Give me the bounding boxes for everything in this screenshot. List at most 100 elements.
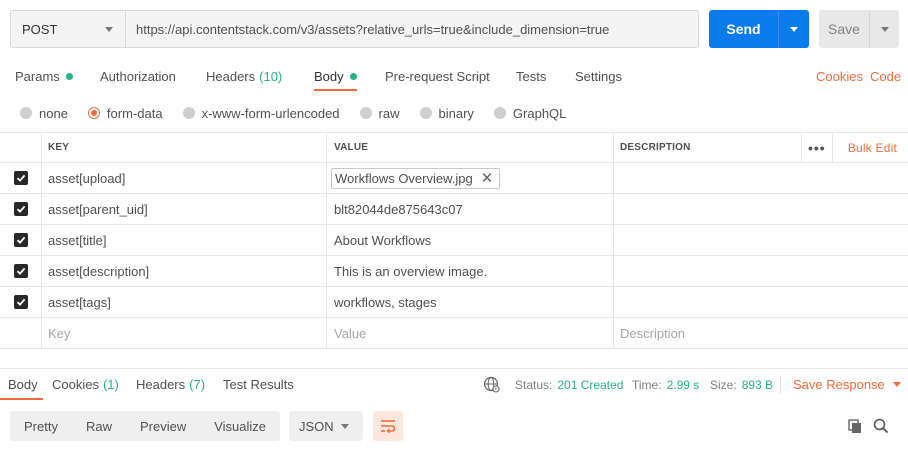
view-visualize-button[interactable]: Visualize xyxy=(200,411,280,441)
radio-label: binary xyxy=(438,105,474,121)
tab-label: Headers xyxy=(136,377,186,392)
description-cell[interactable] xyxy=(614,194,908,224)
radio-label: GraphQL xyxy=(512,105,567,121)
tab-tests[interactable]: Tests xyxy=(516,60,546,92)
tab-prerequest-script[interactable]: Pre-request Script xyxy=(385,60,490,92)
close-icon[interactable]: ✕ xyxy=(481,171,494,186)
send-options-button[interactable] xyxy=(778,10,809,48)
request-url-bar: POST https://api.contentstack.com/v3/ass… xyxy=(10,10,699,48)
description-input[interactable]: Description xyxy=(614,318,908,348)
active-indicator-dot xyxy=(65,72,73,80)
check-icon xyxy=(16,236,25,244)
save-label: Save xyxy=(828,21,860,37)
checkbox-checked[interactable] xyxy=(13,202,28,216)
key-cell[interactable]: asset[tags] xyxy=(42,287,327,317)
active-tab-underline xyxy=(314,89,357,91)
check-icon xyxy=(16,298,25,306)
vertical-divider xyxy=(780,375,781,394)
row-check-cell xyxy=(0,318,42,348)
send-button[interactable]: Send xyxy=(709,10,809,48)
copy-icon-svg xyxy=(848,419,861,433)
url-input[interactable]: https://api.contentstack.com/v3/assets?r… xyxy=(126,11,698,47)
value-cell[interactable]: Workflows Overview.jpg ✕ xyxy=(327,163,614,193)
method-label: POST xyxy=(22,21,58,37)
more-options-icon[interactable]: ••• xyxy=(800,133,833,162)
code-link[interactable]: Code xyxy=(870,60,901,92)
tab-body[interactable]: Body xyxy=(314,60,357,92)
time-value[interactable]: 2.99 s xyxy=(667,378,700,392)
radio-none[interactable]: none xyxy=(20,106,68,121)
view-pretty-button[interactable]: Pretty xyxy=(10,411,72,441)
save-options-button[interactable] xyxy=(869,10,899,48)
key-input[interactable]: Key xyxy=(42,318,327,348)
description-cell[interactable] xyxy=(614,287,908,317)
method-select[interactable]: POST xyxy=(11,11,126,47)
value-cell[interactable]: About Workflows xyxy=(327,225,614,255)
check-icon xyxy=(16,205,25,213)
cookies-link[interactable]: Cookies xyxy=(816,60,863,92)
tab-authorization[interactable]: Authorization xyxy=(100,60,176,92)
time-info: Time: 2.99 s xyxy=(632,369,699,400)
network-globe-icon[interactable] xyxy=(483,369,500,400)
response-tab-test-results[interactable]: Test Results xyxy=(223,369,294,400)
search-icon[interactable] xyxy=(871,416,891,436)
description-cell[interactable] xyxy=(614,256,908,286)
response-tab-headers[interactable]: Headers (7) xyxy=(136,369,205,400)
radio-form-data[interactable]: form-data xyxy=(87,105,163,121)
format-select[interactable]: JSON xyxy=(289,411,363,441)
table-header-row: KEY VALUE DESCRIPTION ••• Bulk Edit xyxy=(0,132,908,163)
checkbox-checked[interactable] xyxy=(13,233,28,247)
radio-raw[interactable]: raw xyxy=(359,106,400,121)
status-value[interactable]: 201 Created xyxy=(557,378,623,392)
tab-settings[interactable]: Settings xyxy=(575,60,622,92)
radio-binary[interactable]: binary xyxy=(419,105,474,121)
radio-label: x-www-form-urlencoded xyxy=(201,105,340,121)
value-cell[interactable]: blt82044de875643c07 xyxy=(327,194,614,224)
save-response-button[interactable]: Save Response xyxy=(793,369,901,400)
view-raw-button[interactable]: Raw xyxy=(72,411,126,441)
radio-label: none xyxy=(39,105,68,121)
chevron-down-icon xyxy=(105,26,113,32)
wrap-lines-button[interactable] xyxy=(373,411,403,441)
radio-label: form-data xyxy=(106,105,163,121)
size-label: Size: xyxy=(710,377,737,392)
format-label: JSON xyxy=(299,418,334,434)
checkbox-checked[interactable] xyxy=(13,264,28,278)
key-cell[interactable]: asset[title] xyxy=(42,225,327,255)
view-preview-button[interactable]: Preview xyxy=(126,411,200,441)
save-button[interactable]: Save xyxy=(819,10,899,48)
tab-params[interactable]: Params xyxy=(15,60,73,92)
radio-circle-icon xyxy=(20,107,32,119)
bulk-edit-link[interactable]: Bulk Edit xyxy=(833,141,908,155)
chevron-down-icon xyxy=(341,423,349,429)
checkbox-checked[interactable] xyxy=(13,171,28,185)
response-tab-body[interactable]: Body xyxy=(8,369,38,400)
view-mode-group: Pretty Raw Preview Visualize xyxy=(10,411,281,441)
checkbox-checked[interactable] xyxy=(13,295,28,309)
row-check-cell xyxy=(0,194,42,224)
value-input[interactable]: Value xyxy=(327,318,614,348)
radio-circle-icon xyxy=(493,107,506,119)
radio-graphql[interactable]: GraphQL xyxy=(493,105,567,121)
tab-label: Tests xyxy=(516,68,547,84)
description-cell[interactable] xyxy=(614,225,908,255)
headers-count: (7) xyxy=(189,377,206,392)
row-check-cell xyxy=(0,163,42,193)
value-cell[interactable]: workflows, stages xyxy=(327,287,614,317)
header-check-cell xyxy=(0,133,42,162)
radio-urlencoded[interactable]: x-www-form-urlencoded xyxy=(182,105,340,121)
tab-label: Test Results xyxy=(223,377,294,392)
key-cell[interactable]: asset[description] xyxy=(42,256,327,286)
key-cell[interactable]: asset[upload] xyxy=(42,163,327,193)
radio-circle-icon xyxy=(359,107,372,119)
check-icon xyxy=(16,174,25,182)
description-cell[interactable] xyxy=(614,163,908,193)
tab-headers[interactable]: Headers (10) xyxy=(206,60,282,92)
headers-count: (10) xyxy=(259,68,283,84)
response-tab-cookies[interactable]: Cookies (1) xyxy=(52,369,119,400)
search-icon-svg xyxy=(873,418,889,434)
size-value[interactable]: 893 B xyxy=(742,378,773,392)
key-cell[interactable]: asset[parent_uid] xyxy=(42,194,327,224)
copy-icon[interactable] xyxy=(845,416,865,436)
value-cell[interactable]: This is an overview image. xyxy=(327,256,614,286)
